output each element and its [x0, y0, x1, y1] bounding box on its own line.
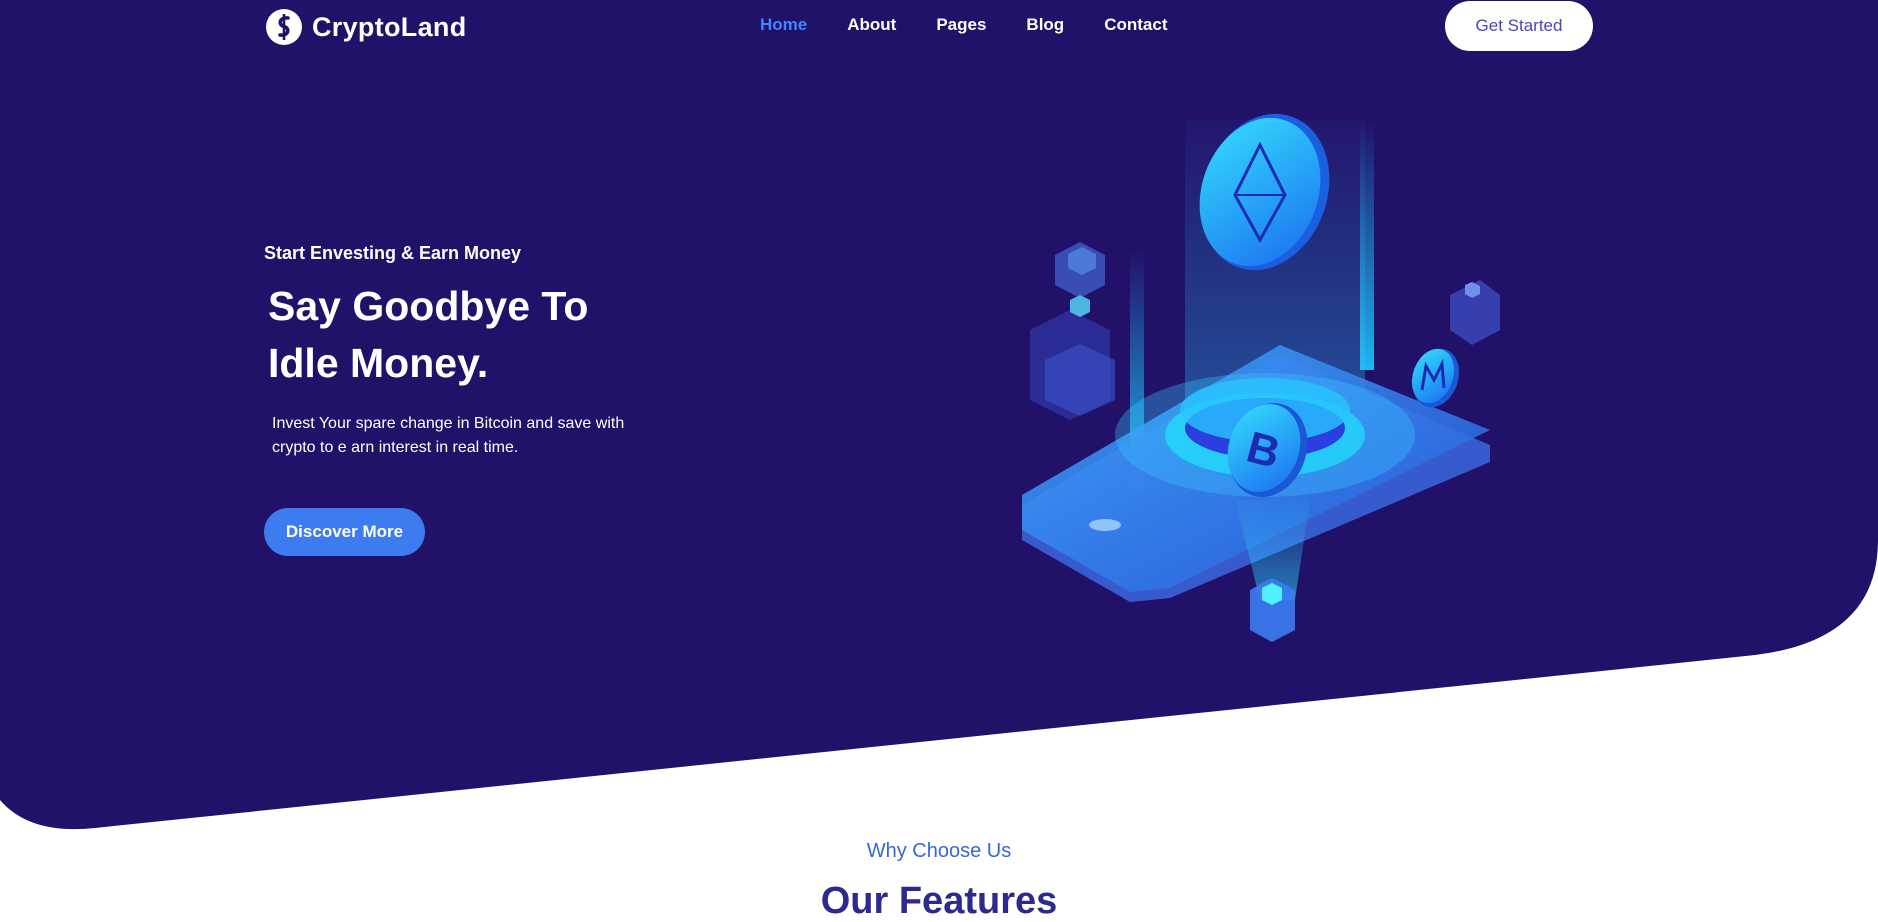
dollar-coin-icon	[266, 9, 302, 45]
main-menu: Home About Pages Blog Contact	[760, 15, 1167, 35]
hero-headline-line-1: Say Goodbye To	[268, 283, 589, 329]
features-eyebrow: Why Choose Us	[866, 840, 1012, 862]
nav-blog[interactable]: Blog	[1026, 15, 1064, 35]
brand-name: CryptoLand	[312, 11, 467, 42]
nav-contact[interactable]: Contact	[1104, 15, 1167, 35]
hero-lead-text: Invest Your spare change in Bitcoin and …	[272, 415, 625, 456]
cube-stack-left	[1030, 242, 1115, 420]
hero-background	[0, 0, 1878, 830]
nav-pages[interactable]: Pages	[936, 15, 986, 35]
hero-headline: Say Goodbye To Idle Money.	[268, 278, 828, 392]
get-started-button[interactable]: Get Started	[1445, 1, 1593, 51]
nav-home[interactable]: Home	[760, 15, 807, 35]
top-navigation: CryptoLand Home About Pages Blog Contact…	[0, 0, 1878, 54]
nav-about[interactable]: About	[847, 15, 896, 35]
isometric-crypto-phone-illustration: B	[1022, 113, 1500, 642]
features-title: Our Features	[820, 880, 1058, 922]
hero-eyebrow: Start Envesting & Earn Money	[264, 243, 522, 263]
discover-more-button[interactable]: Discover More	[264, 508, 425, 556]
hero-headline-line-2: Idle Money.	[268, 340, 489, 386]
brand-logo[interactable]: CryptoLand	[264, 8, 467, 46]
